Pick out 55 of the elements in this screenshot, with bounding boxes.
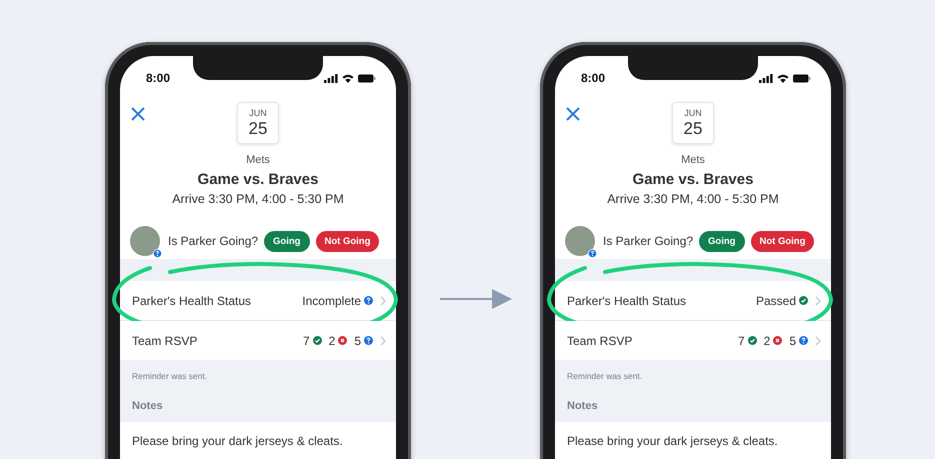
rsvp-question: Is Parker Going? [603, 234, 694, 248]
chevron-right-icon [815, 336, 821, 346]
check-circle-icon [312, 336, 322, 345]
event-title: Game vs. Braves [196, 170, 320, 190]
question-circle-icon [364, 336, 373, 345]
going-button[interactable]: Going [699, 230, 744, 252]
question-circle-icon [799, 336, 808, 345]
health-status-value: Incomplete [302, 294, 361, 308]
event-title: Game vs. Braves [632, 170, 754, 190]
question-badge-icon [588, 249, 597, 258]
row-label: Parker's Health Status [132, 294, 252, 308]
date-day: 25 [684, 118, 702, 138]
rsvp-count: 5 [354, 334, 361, 348]
team-name: Mets [680, 153, 706, 168]
reminder-text: Reminder was sent. [132, 370, 208, 382]
rsvp-count: 7 [738, 334, 745, 348]
row-label: Parker's Health Status [567, 294, 686, 308]
signal-icon [324, 74, 338, 82]
status-time: 8:00 [581, 71, 606, 85]
chevron-right-icon [380, 296, 386, 306]
chevron-right-icon [380, 336, 386, 346]
battery-icon [793, 74, 811, 82]
going-button[interactable]: Going [264, 230, 310, 252]
signal-icon [759, 74, 773, 82]
row-label: Team RSVP [132, 334, 198, 348]
row-label: Team RSVP [567, 334, 632, 348]
event-time: Arrive 3:30 PM, 4:00 - 5:30 PM [606, 191, 780, 208]
date-day: 25 [248, 118, 268, 138]
rsvp-count: 5 [789, 334, 796, 348]
arrow-right-icon [440, 288, 512, 310]
notes-heading: Notes [132, 399, 164, 414]
not-going-button[interactable]: Not Going [316, 230, 380, 252]
x-circle-icon [773, 336, 782, 345]
health-status-value: Passed [756, 294, 796, 308]
rsvp-question: Is Parker Going? [168, 234, 258, 248]
check-circle-icon [748, 336, 757, 345]
notes-heading: Notes [567, 399, 599, 414]
event-time: Arrive 3:30 PM, 4:00 - 5:30 PM [171, 191, 345, 208]
question-badge-icon [153, 249, 162, 258]
not-going-button[interactable]: Not Going [750, 230, 814, 252]
rsvp-count: 2 [328, 334, 336, 348]
battery-icon [358, 74, 376, 82]
rsvp-count: 7 [302, 334, 310, 348]
check-circle-icon [799, 296, 808, 305]
rsvp-count: 2 [764, 334, 770, 348]
reminder-text: Reminder was sent. [567, 370, 644, 382]
question-circle-icon [364, 296, 373, 305]
status-time: 8:00 [146, 71, 170, 85]
team-name: Mets [245, 153, 271, 168]
x-circle-icon [338, 336, 348, 345]
date-month: JUN [684, 108, 702, 118]
wifi-icon [342, 74, 354, 82]
wifi-icon [777, 74, 789, 82]
chevron-right-icon [815, 296, 821, 306]
date-month: JUN [249, 108, 267, 118]
